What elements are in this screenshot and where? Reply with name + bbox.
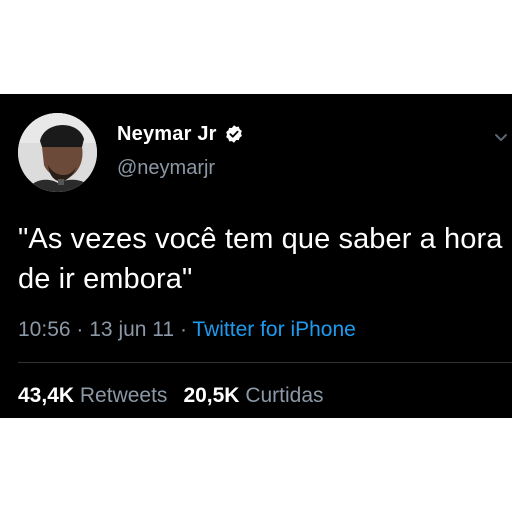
retweets-count: 43,4K [18,384,75,407]
likes-label: Curtidas [245,384,324,407]
tweet-card: Neymar Jr @neymarjr "As vezes você tem q… [0,94,512,418]
tweet-source-link[interactable]: Twitter for iPhone [192,318,355,341]
separator: · [179,318,187,341]
divider [18,362,512,363]
likes-stat[interactable]: 20,5K Curtidas [183,384,323,407]
avatar[interactable] [18,113,97,192]
avatar-photo [18,113,97,192]
separator: · [76,318,84,341]
tweet-text: "As vezes você tem que saber a hora de i… [18,223,511,295]
chevron-down-icon[interactable] [494,130,508,141]
tweet-time[interactable]: 10:56 [18,318,71,341]
likes-count: 20,5K [183,384,240,407]
tweet-date[interactable]: 13 jun 11 [89,318,174,341]
user-handle[interactable]: @neymarjr [117,157,215,180]
retweets-label: Retweets [79,384,168,407]
retweets-stat[interactable]: 43,4K Retweets [18,384,167,407]
tweet-metadata: 10:56 · 13 jun 11 · Twitter for iPhone [18,318,356,342]
author-name-row[interactable]: Neymar Jr [117,121,244,147]
display-name[interactable]: Neymar Jr [117,123,217,146]
engagement-stats: 43,4K Retweets 20,5K Curtidas [18,384,324,408]
verified-badge-icon [224,124,244,144]
